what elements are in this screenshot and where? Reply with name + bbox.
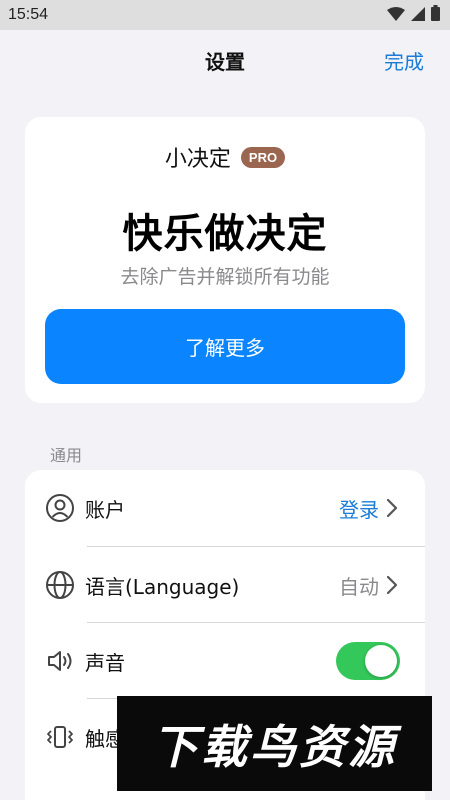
settings-row-label: 账户	[85, 497, 125, 522]
promo-subtitle: 去除广告并解锁所有功能	[120, 266, 330, 288]
language-value: 自动	[339, 574, 379, 599]
status-bar: 15:54	[0, 0, 450, 30]
login-link[interactable]: 登录	[339, 494, 379, 523]
learn-more-button[interactable]: 了解更多	[45, 309, 405, 384]
settings-row-label: 语言(Language)	[85, 574, 240, 599]
status-icons	[387, 5, 440, 25]
pro-badge: PRO	[240, 146, 286, 168]
status-time: 15:54	[8, 6, 49, 23]
account-icon	[45, 493, 75, 523]
settings-row-account[interactable]: 账户 登录	[25, 470, 425, 546]
toggle-knob	[365, 645, 397, 677]
wifi-icon	[387, 6, 405, 25]
speaker-icon	[45, 646, 75, 676]
chevron-right-icon	[385, 496, 399, 520]
settings-row-label: 声音	[85, 650, 125, 675]
page-title: 设置	[205, 50, 245, 74]
sound-toggle[interactable]	[336, 642, 400, 680]
settings-row-language[interactable]: 语言(Language) 自动	[25, 547, 425, 623]
nav-bar: 设置 完成	[0, 40, 450, 80]
pro-promo-card: 小决定 PRO 快乐做决定 去除广告并解锁所有功能 了解更多	[25, 117, 425, 403]
done-button[interactable]: 完成	[384, 46, 424, 75]
settings-row-sound: 声音	[25, 623, 425, 699]
globe-icon	[45, 570, 75, 600]
signal-icon	[411, 6, 425, 25]
watermark-overlay: 下载鸟资源	[117, 696, 432, 791]
chevron-right-icon	[385, 573, 399, 597]
brand-row: 小决定 PRO	[25, 141, 425, 173]
watermark-text: 下载鸟资源	[152, 719, 397, 774]
vibration-icon	[45, 722, 75, 752]
promo-headline: 快乐做决定	[122, 211, 328, 257]
section-label-general: 通用	[50, 446, 83, 465]
app-name: 小决定	[164, 147, 231, 172]
battery-icon	[431, 5, 440, 25]
